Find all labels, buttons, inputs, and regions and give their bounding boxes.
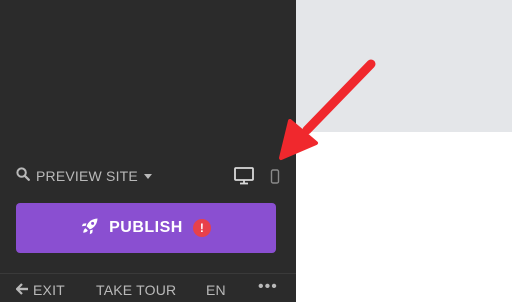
language-selector[interactable]: EN — [206, 282, 226, 298]
exit-button[interactable]: EXIT — [15, 282, 65, 298]
canvas-preview-body — [296, 132, 512, 302]
editor-sidebar: PREVIEW SITE PUBLISH ! EXIT TAKE TOUR EN… — [0, 0, 296, 302]
caret-down-icon — [143, 173, 152, 179]
device-toggle — [234, 167, 280, 185]
preview-site-dropdown[interactable]: PREVIEW SITE — [16, 166, 152, 186]
preview-bar: PREVIEW SITE — [16, 164, 280, 188]
rocket-icon — [81, 217, 99, 240]
alert-icon: ! — [199, 221, 204, 235]
search-icon — [16, 166, 30, 186]
arrow-left-icon — [15, 282, 29, 298]
take-tour-button[interactable]: TAKE TOUR — [96, 282, 176, 298]
sidebar-footer: EXIT TAKE TOUR EN ••• — [0, 273, 296, 302]
publish-button[interactable]: PUBLISH ! — [16, 203, 276, 253]
alert-badge: ! — [192, 219, 211, 237]
publish-label: PUBLISH — [109, 219, 183, 236]
preview-site-label: PREVIEW SITE — [36, 168, 138, 184]
mobile-icon[interactable] — [270, 168, 280, 184]
exit-label: EXIT — [33, 282, 65, 298]
canvas-preview-header — [296, 0, 512, 132]
more-options-button[interactable]: ••• — [258, 278, 278, 296]
desktop-icon[interactable] — [234, 167, 254, 185]
